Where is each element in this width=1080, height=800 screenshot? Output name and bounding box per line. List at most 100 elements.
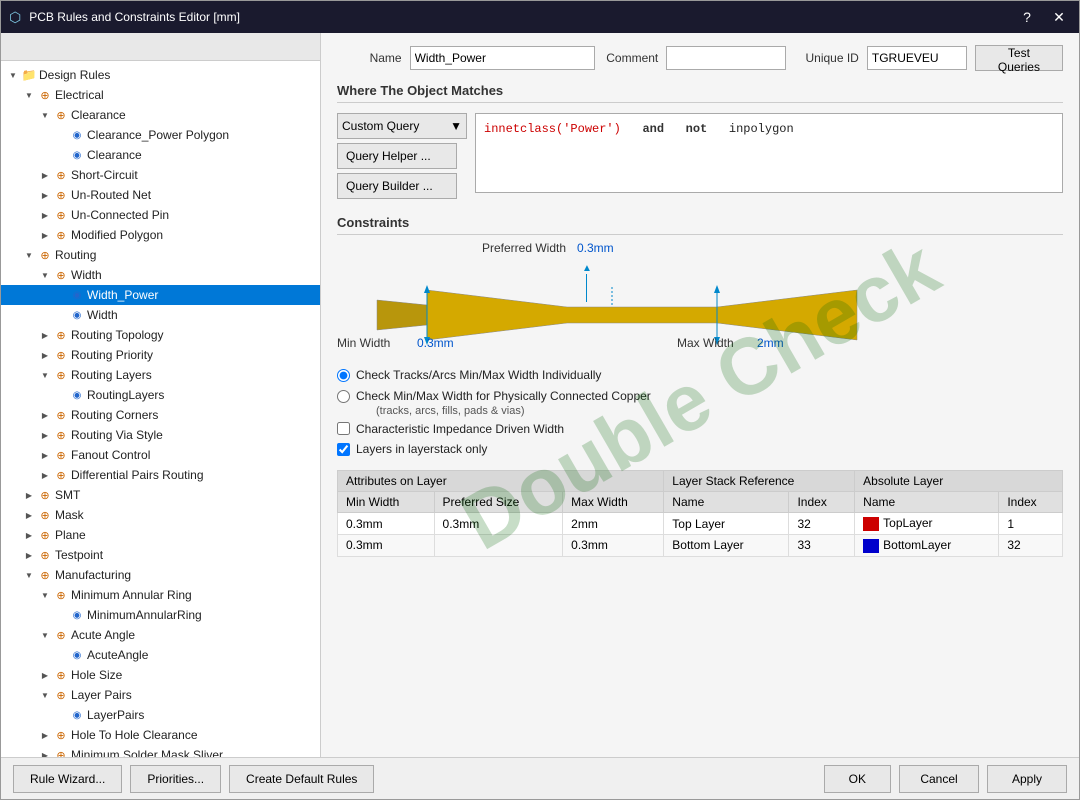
tree-item-width-power[interactable]: ◉Width_Power xyxy=(1,285,320,305)
tree-expand-smt[interactable]: ▶ xyxy=(21,491,37,500)
tree-expand-hole-size[interactable]: ▶ xyxy=(37,671,53,680)
tree-expand-testpoint[interactable]: ▶ xyxy=(21,551,37,560)
tree-item-electrical[interactable]: ▼⊕Electrical xyxy=(1,85,320,105)
tree-expand-routing-topology[interactable]: ▶ xyxy=(37,331,53,340)
comment-input[interactable] xyxy=(666,46,786,70)
tree-item-mask[interactable]: ▶⊕Mask xyxy=(1,505,320,525)
tree-item-acute-angle[interactable]: ▼⊕Acute Angle xyxy=(1,625,320,645)
rule-wizard-button[interactable]: Rule Wizard... xyxy=(13,765,122,793)
tree-expand-width-group[interactable]: ▼ xyxy=(37,271,53,280)
priorities-button[interactable]: Priorities... xyxy=(130,765,221,793)
checkbox-layerstack[interactable] xyxy=(337,443,350,456)
tree-expand-short-circuit[interactable]: ▶ xyxy=(37,171,53,180)
tree-expand-clearance-group[interactable]: ▼ xyxy=(37,111,53,120)
tree-item-routing-topology[interactable]: ▶⊕Routing Topology xyxy=(1,325,320,345)
tree-expand-routing-priority[interactable]: ▶ xyxy=(37,351,53,360)
tree-label-plane: Plane xyxy=(55,528,86,542)
left-panel: ▼📁Design Rules▼⊕Electrical▼⊕Clearance◉Cl… xyxy=(1,33,321,757)
tree-item-min-solder-mask[interactable]: ▶⊕Minimum Solder Mask Sliver xyxy=(1,745,320,757)
tree-item-acute-angle-leaf[interactable]: ◉AcuteAngle xyxy=(1,645,320,665)
tree-icon-routing: ⊕ xyxy=(37,248,53,262)
tree-item-width[interactable]: ◉Width xyxy=(1,305,320,325)
group1-header: Attributes on Layer xyxy=(338,471,664,492)
tree-label-routing-layers: Routing Layers xyxy=(71,368,152,382)
tree-expand-design-rules[interactable]: ▼ xyxy=(5,71,21,80)
abs-layer-name-0: TopLayer xyxy=(883,516,932,530)
create-default-button[interactable]: Create Default Rules xyxy=(229,765,374,793)
tree-item-min-annular[interactable]: ▼⊕Minimum Annular Ring xyxy=(1,585,320,605)
tree-expand-hole-to-hole[interactable]: ▶ xyxy=(37,731,53,740)
tree-expand-layer-pairs[interactable]: ▼ xyxy=(37,691,53,700)
uid-input[interactable] xyxy=(867,46,967,70)
tree-label-width-power: Width_Power xyxy=(87,288,158,302)
tree-item-manufacturing[interactable]: ▼⊕Manufacturing xyxy=(1,565,320,585)
tree-expand-routing-via-style[interactable]: ▶ xyxy=(37,431,53,440)
tree-expand-routing-corners[interactable]: ▶ xyxy=(37,411,53,420)
test-queries-button[interactable]: Test Queries xyxy=(975,45,1063,71)
preferred-width-label: Preferred Width xyxy=(482,241,566,255)
tree-item-clearance[interactable]: ◉Clearance xyxy=(1,145,320,165)
comment-label: Comment xyxy=(603,51,658,65)
tree-item-plane[interactable]: ▶⊕Plane xyxy=(1,525,320,545)
radio-individual[interactable] xyxy=(337,369,350,382)
tree-expand-min-annular[interactable]: ▼ xyxy=(37,591,53,600)
tree-icon-min-solder-mask: ⊕ xyxy=(53,748,69,757)
tree-item-routing-corners[interactable]: ▶⊕Routing Corners xyxy=(1,405,320,425)
tree-expand-unrouted-net[interactable]: ▶ xyxy=(37,191,53,200)
tree-item-hole-size[interactable]: ▶⊕Hole Size xyxy=(1,665,320,685)
checkbox-impedance[interactable] xyxy=(337,422,350,435)
cancel-button[interactable]: Cancel xyxy=(899,765,979,793)
query-helper-button[interactable]: Query Helper ... xyxy=(337,143,457,169)
tree-item-design-rules[interactable]: ▼📁Design Rules xyxy=(1,65,320,85)
tree-expand-modified-polygon[interactable]: ▶ xyxy=(37,231,53,240)
query-dropdown[interactable]: Custom Query ▼ xyxy=(337,113,467,139)
tree-item-routing-via-style[interactable]: ▶⊕Routing Via Style xyxy=(1,425,320,445)
tree-expand-diff-pairs[interactable]: ▶ xyxy=(37,471,53,480)
tree-item-unrouted-net[interactable]: ▶⊕Un-Routed Net xyxy=(1,185,320,205)
col-index: Index xyxy=(789,492,855,513)
tree-item-clearance-group[interactable]: ▼⊕Clearance xyxy=(1,105,320,125)
tree-expand-manufacturing[interactable]: ▼ xyxy=(21,571,37,580)
tree-expand-routing[interactable]: ▼ xyxy=(21,251,37,260)
tree-icon-unconnected-pin: ⊕ xyxy=(53,208,69,222)
tree-item-routing-priority[interactable]: ▶⊕Routing Priority xyxy=(1,345,320,365)
close-button[interactable]: ✕ xyxy=(1047,5,1071,29)
tree-item-smt[interactable]: ▶⊕SMT xyxy=(1,485,320,505)
tree-item-clearance-power[interactable]: ◉Clearance_Power Polygon xyxy=(1,125,320,145)
tree-header xyxy=(1,33,320,61)
tree-item-min-annular-leaf[interactable]: ◉MinimumAnnularRing xyxy=(1,605,320,625)
tree-item-unconnected-pin[interactable]: ▶⊕Un-Connected Pin xyxy=(1,205,320,225)
ok-button[interactable]: OK xyxy=(824,765,891,793)
tree-label-routing-corners: Routing Corners xyxy=(71,408,158,422)
tree-item-diff-pairs[interactable]: ▶⊕Differential Pairs Routing xyxy=(1,465,320,485)
cell-pref-0: 0.3mm xyxy=(434,513,563,535)
tree-expand-electrical[interactable]: ▼ xyxy=(21,91,37,100)
query-code-area[interactable]: innetclass('Power') and not inpolygon xyxy=(475,113,1063,193)
tree-item-layer-pairs-leaf[interactable]: ◉LayerPairs xyxy=(1,705,320,725)
tree-expand-fanout-control[interactable]: ▶ xyxy=(37,451,53,460)
tree-expand-acute-angle[interactable]: ▼ xyxy=(37,631,53,640)
tree-item-testpoint[interactable]: ▶⊕Testpoint xyxy=(1,545,320,565)
tree-icon-hole-size: ⊕ xyxy=(53,668,69,682)
tree-item-routing-layers-leaf[interactable]: ◉RoutingLayers xyxy=(1,385,320,405)
tree-item-routing-layers[interactable]: ▼⊕Routing Layers xyxy=(1,365,320,385)
tree-item-short-circuit[interactable]: ▶⊕Short-Circuit xyxy=(1,165,320,185)
tree-expand-unconnected-pin[interactable]: ▶ xyxy=(37,211,53,220)
apply-button[interactable]: Apply xyxy=(987,765,1067,793)
tree-item-width-group[interactable]: ▼⊕Width xyxy=(1,265,320,285)
tree-item-hole-to-hole[interactable]: ▶⊕Hole To Hole Clearance xyxy=(1,725,320,745)
tree-item-modified-polygon[interactable]: ▶⊕Modified Polygon xyxy=(1,225,320,245)
tree-item-layer-pairs[interactable]: ▼⊕Layer Pairs xyxy=(1,685,320,705)
help-button[interactable]: ? xyxy=(1015,5,1039,29)
tree-expand-routing-layers[interactable]: ▼ xyxy=(37,371,53,380)
query-builder-button[interactable]: Query Builder ... xyxy=(337,173,457,199)
tree-item-fanout-control[interactable]: ▶⊕Fanout Control xyxy=(1,445,320,465)
options-section: Check Tracks/Arcs Min/Max Width Individu… xyxy=(337,367,1063,458)
tree-expand-plane[interactable]: ▶ xyxy=(21,531,37,540)
radio-connected[interactable] xyxy=(337,390,350,403)
tree-item-routing[interactable]: ▼⊕Routing xyxy=(1,245,320,265)
dropdown-label: Custom Query xyxy=(342,119,419,133)
name-input[interactable] xyxy=(410,46,595,70)
query-section: Custom Query ▼ Query Helper ... Query Bu… xyxy=(337,113,1063,199)
tree-expand-mask[interactable]: ▶ xyxy=(21,511,37,520)
